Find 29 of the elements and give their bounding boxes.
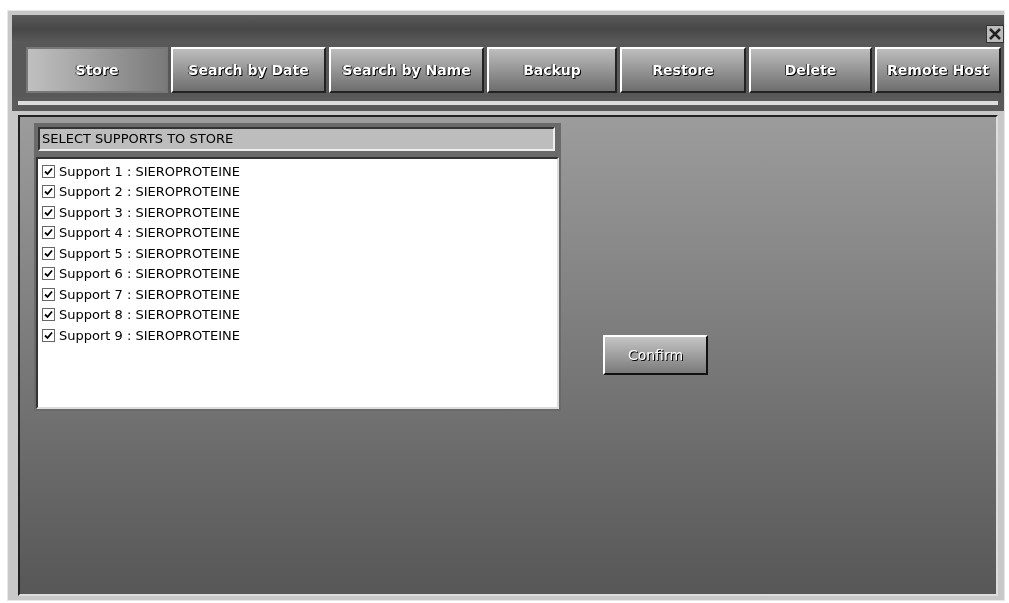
checkbox[interactable] [42,226,55,240]
support-label: Support 1 : SIEROPROTEINE [59,162,241,181]
support-label: Support 4 : SIEROPROTEINE [59,224,241,242]
tab[interactable]: Remote Host [875,47,1001,93]
support-label: Support 2 : SIEROPROTEINE [59,183,241,201]
confirm-button[interactable]: Confirm [603,335,708,375]
tab[interactable]: Search by Name [329,47,484,93]
support-label: Support 3 : SIEROPROTEINE [59,203,241,222]
support-label: Support 8 : SIEROPROTEINE [59,306,241,324]
support-label: Support 7 : SIEROPROTEINE [59,285,241,304]
tab[interactable]: Search by Date [171,47,326,93]
tab[interactable]: Backup [487,47,617,93]
support-label: Support 9 : SIEROPROTEINE [59,326,241,345]
close-button[interactable] [986,25,1004,43]
checkbox[interactable] [42,205,55,219]
checkbox[interactable] [42,267,55,281]
support-label: Support 5 : SIEROPROTEINE [59,244,241,263]
checkbox[interactable] [42,328,55,342]
close-icon [988,27,1002,41]
checkbox[interactable] [42,287,55,301]
tab[interactable]: Restore [620,47,746,93]
tab[interactable]: Store [26,47,168,93]
header-field: SELECT SUPPORTS TO STORE [38,127,555,151]
checkbox[interactable] [42,185,55,199]
tab[interactable]: Delete [749,47,872,93]
checkbox[interactable] [42,164,55,178]
checkbox[interactable] [42,246,55,260]
checkbox[interactable] [42,308,55,322]
support-label: Support 6 : SIEROPROTEINE [59,265,241,283]
